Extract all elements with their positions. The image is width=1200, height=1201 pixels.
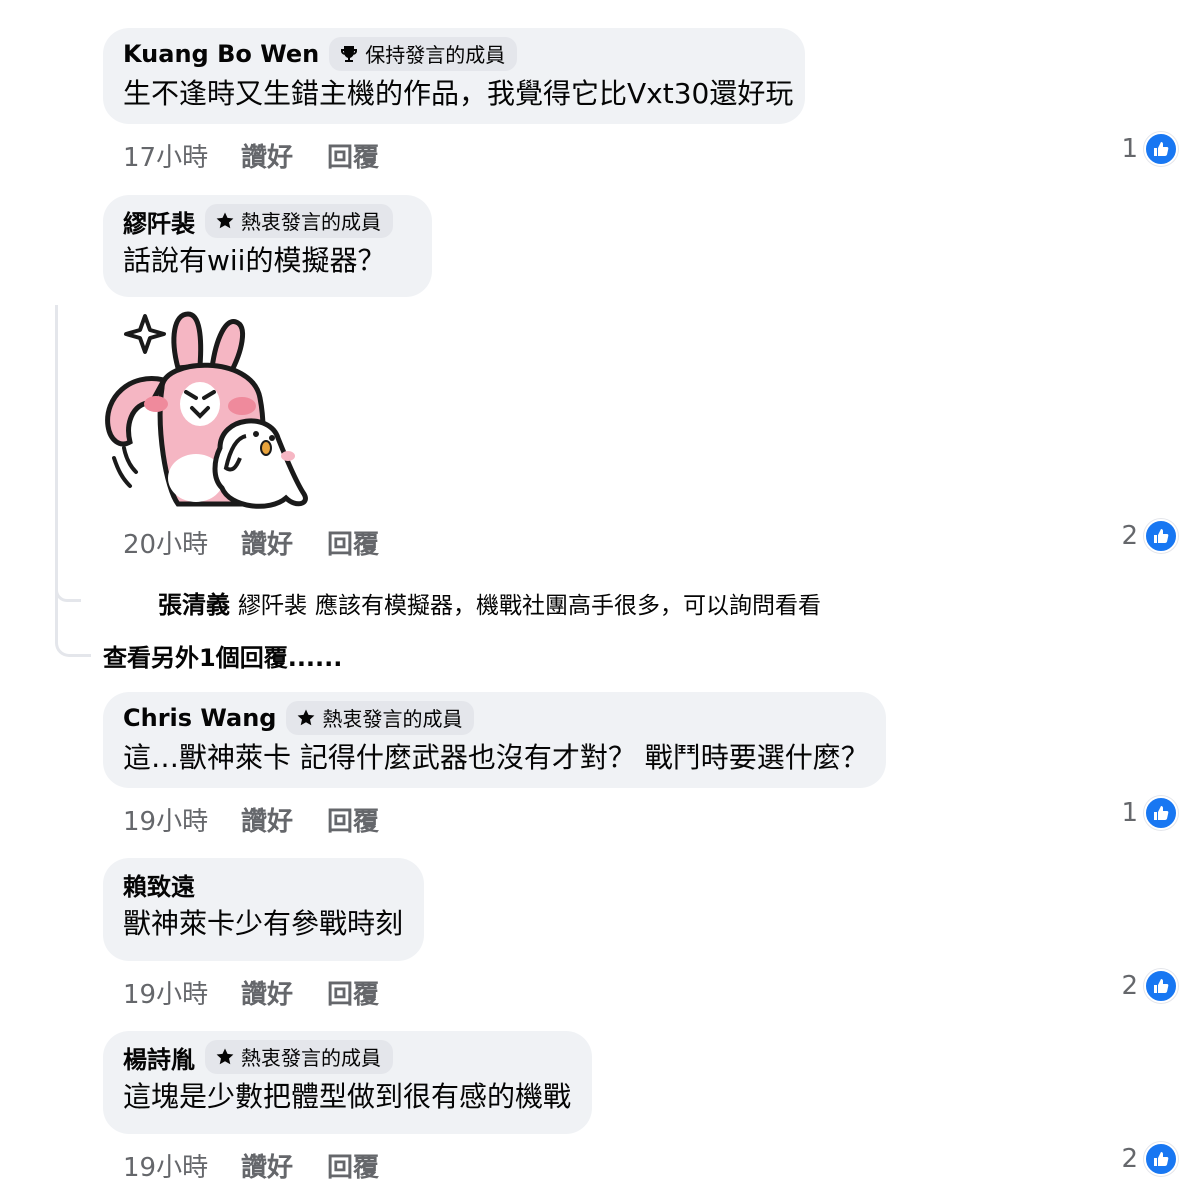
comment-time[interactable]: 19小時 (123, 974, 241, 1011)
comment-author[interactable]: 楊詩胤 (123, 1040, 195, 1075)
reply-button[interactable]: 回覆 (327, 137, 379, 174)
nested-reply[interactable]: 張清義 繆阡裴 應該有模擬器，機戰社團高手很多，可以詢問看看 (158, 585, 821, 620)
reaction-count[interactable]: 2 (1121, 519, 1178, 553)
reply-button[interactable]: 回覆 (327, 524, 379, 561)
rabbit-saluting-sticker[interactable] (100, 308, 320, 510)
badge-label: 保持發言的成員 (365, 43, 506, 67)
badge-label: 熱衷發言的成員 (241, 210, 381, 234)
comment-actions: 20小時 讚好 回覆 (123, 524, 379, 561)
reply-mention[interactable]: 繆阡裴 (238, 593, 307, 619)
reaction-count[interactable]: 1 (1121, 132, 1178, 166)
badge-label: 熱衷發言的成員 (322, 707, 463, 731)
comment-actions: 17小時 讚好 回覆 (123, 137, 379, 174)
comment-bubble: Chris Wang 熱衷發言的成員 這…獸神萊卡 記得什麼武器也沒有才對？ 戰… (103, 692, 886, 788)
like-button[interactable]: 讚好 (241, 524, 327, 561)
comment-text: 話說有wii的模擬器？ (123, 244, 386, 277)
comment-text: 這…獸神萊卡 記得什麼武器也沒有才對？ 戰鬥時要選什麼？ (123, 741, 869, 774)
star-icon (215, 211, 235, 231)
comment-time[interactable]: 17小時 (123, 137, 241, 174)
thumbs-up-icon (1144, 969, 1178, 1003)
thread-branch (55, 580, 81, 602)
trophy-icon (339, 44, 359, 64)
star-icon (296, 708, 316, 728)
thumbs-up-icon (1144, 1142, 1178, 1176)
reaction-number: 1 (1121, 134, 1138, 164)
comment-time[interactable]: 20小時 (123, 524, 241, 561)
reaction-number: 2 (1121, 1144, 1138, 1174)
comment-author[interactable]: 賴致遠 (123, 867, 195, 902)
reply-author[interactable]: 張清義 (158, 591, 230, 619)
comment-bubble: 楊詩胤 熱衷發言的成員 這塊是少數把體型做到很有感的機戰 (103, 1031, 592, 1134)
comment-actions: 19小時 讚好 回覆 (123, 1147, 379, 1184)
reaction-count[interactable]: 2 (1121, 1142, 1178, 1176)
badge-label: 熱衷發言的成員 (241, 1046, 381, 1070)
comment-text: 這塊是少數把體型做到很有感的機戰 (123, 1080, 572, 1113)
comment-bubble: Kuang Bo Wen 保持發言的成員 生不逢時又生錯主機的作品，我覺得它比V… (103, 28, 805, 124)
comment-bubble: 繆阡裴 熱衷發言的成員 話說有wii的模擬器？ (103, 195, 432, 297)
like-button[interactable]: 讚好 (241, 801, 327, 838)
reaction-number: 1 (1121, 798, 1138, 828)
member-badge: 熱衷發言的成員 (286, 701, 475, 735)
comment-actions: 19小時 讚好 回覆 (123, 974, 379, 1011)
comment-time[interactable]: 19小時 (123, 1147, 241, 1184)
comment-text: 獸神萊卡少有參戰時刻 (123, 907, 404, 940)
comment-text: 生不逢時又生錯主機的作品，我覺得它比Vxt30還好玩 (123, 77, 794, 110)
comment-time[interactable]: 19小時 (123, 801, 241, 838)
thumbs-up-icon (1144, 132, 1178, 166)
reaction-count[interactable]: 2 (1121, 969, 1178, 1003)
reaction-count[interactable]: 1 (1121, 796, 1178, 830)
member-badge: 熱衷發言的成員 (205, 1040, 393, 1074)
like-button[interactable]: 讚好 (241, 1147, 327, 1184)
comment-author[interactable]: Kuang Bo Wen (123, 40, 319, 68)
like-button[interactable]: 讚好 (241, 137, 327, 174)
view-more-replies-link[interactable]: 查看另外1個回覆...... (103, 638, 342, 673)
comment-author[interactable]: 繆阡裴 (123, 204, 195, 239)
reply-text: 應該有模擬器，機戰社團高手很多，可以詢問看看 (315, 593, 821, 619)
member-badge: 熱衷發言的成員 (205, 204, 393, 238)
like-button[interactable]: 讚好 (241, 974, 327, 1011)
thumbs-up-icon (1144, 796, 1178, 830)
thumbs-up-icon (1144, 519, 1178, 553)
comment-bubble: 賴致遠 獸神萊卡少有參戰時刻 (103, 858, 424, 961)
comment-actions: 19小時 讚好 回覆 (123, 801, 379, 838)
star-icon (215, 1047, 235, 1067)
comment-author[interactable]: Chris Wang (123, 704, 276, 732)
reaction-number: 2 (1121, 521, 1138, 551)
reaction-number: 2 (1121, 971, 1138, 1001)
reply-button[interactable]: 回覆 (327, 1147, 379, 1184)
thread-line (55, 305, 91, 657)
reply-button[interactable]: 回覆 (327, 974, 379, 1011)
reply-button[interactable]: 回覆 (327, 801, 379, 838)
member-badge: 保持發言的成員 (329, 37, 518, 71)
